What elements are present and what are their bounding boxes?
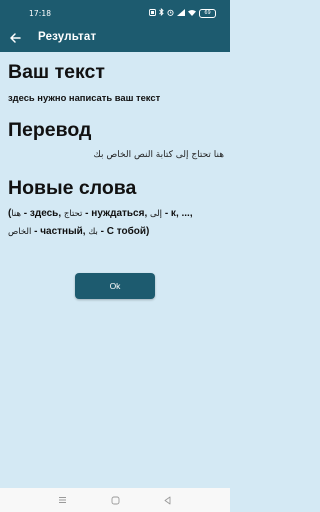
- screen: 17:18 69 Результат Ваш текст здесь нужно…: [0, 0, 230, 512]
- arrow-left-icon: [10, 33, 21, 43]
- notification-icon: [149, 8, 156, 18]
- alarm-icon: [167, 9, 174, 18]
- status-time: 17:18: [29, 9, 52, 18]
- word-2-russian: - нуждаться,: [82, 208, 150, 219]
- signal-icon: [177, 8, 185, 18]
- nav-home-button[interactable]: [109, 494, 121, 506]
- menu-lines-icon: [58, 497, 66, 503]
- word-1-russian: - здесь,: [20, 208, 64, 219]
- word-3-russian: - к, ...,: [162, 208, 193, 219]
- ok-button[interactable]: Ok: [75, 273, 155, 299]
- square-home-icon: [111, 496, 119, 504]
- translation-heading: Перевод: [8, 119, 92, 141]
- status-icons: 69: [149, 8, 216, 18]
- bluetooth-icon: [159, 8, 164, 18]
- word-5-arabic: بك: [88, 227, 98, 237]
- page-title: Результат: [38, 31, 97, 43]
- system-nav-bar: [0, 488, 230, 512]
- result-content: Ваш текст здесь нужно написать ваш текст…: [8, 60, 224, 241]
- word-3-arabic: إلى: [150, 209, 163, 219]
- translation-text: هنا تحتاج إلى كتابة النص الخاص بك: [93, 150, 224, 160]
- your-text-value: здесь нужно написать ваш текст: [8, 92, 161, 103]
- new-words-list: (هنا - здесь, تحتاج - нуждаться, إلى - к…: [8, 205, 226, 241]
- your-text-heading: Ваш текст: [8, 61, 105, 83]
- triangle-back-icon: [164, 496, 170, 504]
- wifi-icon: [188, 9, 196, 18]
- nav-back-button[interactable]: [161, 494, 173, 506]
- translation-value: هنا تحتاج إلى كتابة النص الخاص بك: [8, 148, 224, 162]
- app-bar: Результат: [0, 24, 230, 52]
- word-1-arabic: هنا: [11, 209, 21, 219]
- new-words-heading: Новые слова: [8, 177, 137, 199]
- word-4-arabic: الخاص: [8, 227, 32, 237]
- status-bar: 17:18 69: [0, 0, 230, 24]
- word-5-russian: - С тобой): [97, 226, 150, 237]
- word-2-arabic: تحتاج: [63, 209, 83, 219]
- battery-icon: 69: [199, 8, 216, 18]
- word-4-russian: - частный,: [31, 226, 89, 237]
- nav-recents-button[interactable]: [56, 494, 68, 506]
- back-button[interactable]: [5, 28, 25, 48]
